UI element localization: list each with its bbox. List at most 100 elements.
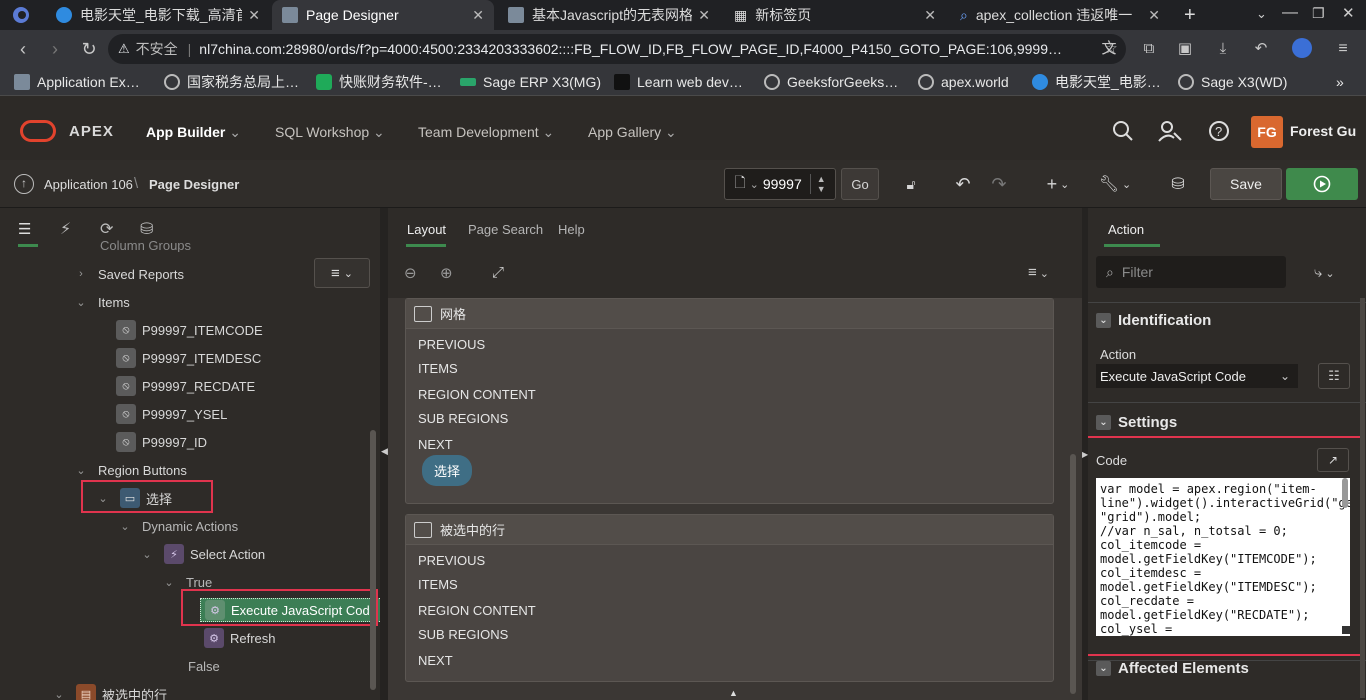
- collapse-icon[interactable]: ⌄: [1096, 312, 1111, 328]
- page-number-selector[interactable]: 🗋 ⌄ 99997 ▲ ▼: [724, 168, 836, 200]
- tree-node[interactable]: Column Groups: [100, 238, 191, 252]
- extensions-icon[interactable]: ⧉: [1138, 38, 1160, 60]
- menu-app-builder[interactable]: App Builder ⌄: [146, 124, 241, 141]
- chevron-down-icon[interactable]: ⌄: [162, 576, 176, 589]
- action-select[interactable]: Execute JavaScript Code ⌄: [1096, 364, 1298, 388]
- collapse-icon[interactable]: ⌄: [1096, 660, 1111, 676]
- tree-node-region-selected-rows[interactable]: ⌄ ▤ 被选中的行: [52, 683, 167, 700]
- menu-sql-workshop[interactable]: SQL Workshop ⌄: [275, 124, 385, 141]
- lock-page-icon[interactable]: 🔓︎: [896, 168, 926, 200]
- slot-region-content[interactable]: REGION CONTENT: [418, 603, 536, 618]
- restore-icon[interactable]: ❐: [1312, 5, 1325, 22]
- tree-node-items[interactable]: ⌄ Items: [74, 291, 129, 313]
- download-icon[interactable]: ⤓: [1212, 38, 1234, 60]
- tab-page-search[interactable]: Page Search: [468, 222, 543, 237]
- section-identification[interactable]: ⌄ Identification: [1096, 308, 1211, 332]
- collapse-icon[interactable]: ⌄: [1096, 414, 1111, 430]
- bookmark-item[interactable]: Learn web dev…: [614, 72, 743, 92]
- address-bar[interactable]: ⚠ 不安全 | nl7china.com:28980/ords/f?p=4000…: [108, 34, 1126, 64]
- bookmark-item[interactable]: Sage X3(WD): [1178, 72, 1287, 92]
- left-splitter[interactable]: ◀: [380, 208, 388, 700]
- tree-node-item[interactable]: ⦸ P99997_YSEL: [116, 403, 227, 425]
- section-affected-elements[interactable]: ⌄ Affected Elements: [1096, 656, 1249, 680]
- browser-tab-3[interactable]: 基本Javascript的无表网格 ✕: [498, 0, 720, 30]
- tree-node-item[interactable]: ⦸ P99997_RECDATE: [116, 375, 255, 397]
- chevron-down-icon[interactable]: ⌄: [52, 688, 66, 700]
- shared-components-icon[interactable]: ⛁: [1164, 168, 1192, 200]
- filter-input[interactable]: ⌕ Filter: [1096, 256, 1286, 288]
- tree-node-item[interactable]: ⦸ P99997_ITEMCODE: [116, 319, 263, 341]
- slot-sub-regions[interactable]: SUB REGIONS: [418, 627, 508, 642]
- bookmark-item[interactable]: 国家税务总局上…: [164, 72, 299, 92]
- utilities-wrench-icon[interactable]: 🔧︎ ⌄: [1096, 168, 1134, 200]
- bookmark-item[interactable]: GeeksforGeeks…: [764, 72, 898, 92]
- create-menu-icon[interactable]: + ⌄: [1040, 168, 1076, 200]
- browser-menu-icon[interactable]: ≡: [1332, 38, 1354, 60]
- shared-components-tab-icon[interactable]: ⛁: [140, 219, 153, 239]
- browser-tab-5[interactable]: ⌕ apex_collection 违返唯一 ✕: [950, 0, 1170, 30]
- menu-app-gallery[interactable]: App Gallery ⌄: [588, 124, 677, 141]
- forward-icon[interactable]: ›: [44, 38, 66, 60]
- tree-node-region-buttons[interactable]: ⌄ Region Buttons: [74, 459, 187, 481]
- close-tab-icon[interactable]: ✕: [248, 7, 260, 24]
- run-page-button[interactable]: [1286, 168, 1358, 200]
- chevron-down-icon[interactable]: ⌄: [118, 520, 132, 533]
- breadcrumb-application[interactable]: Application 106: [44, 177, 133, 192]
- tab-search-chevron-icon[interactable]: ⌄: [1256, 6, 1267, 22]
- profile-avatar-icon[interactable]: [1292, 38, 1312, 58]
- zoom-out-icon[interactable]: ⊖: [404, 264, 417, 282]
- tree-scrollbar[interactable]: [370, 430, 376, 690]
- user-avatar[interactable]: FG: [1251, 116, 1283, 148]
- slot-previous[interactable]: PREVIOUS: [418, 553, 485, 568]
- bookmark-item[interactable]: Sage ERP X3(MG): [460, 72, 601, 92]
- go-button[interactable]: Go: [841, 168, 879, 200]
- layout-menu-icon[interactable]: ≡ ⌄: [1028, 264, 1049, 281]
- tree-node-item[interactable]: ⦸ P99997_ITEMDESC: [116, 347, 261, 369]
- tree-node-dynamic-actions[interactable]: ⌄ Dynamic Actions: [118, 515, 238, 537]
- bookmark-star-icon[interactable]: ☆: [1100, 38, 1122, 60]
- tree-menu-button[interactable]: ≡ ⌄: [314, 258, 370, 288]
- close-tab-icon[interactable]: ✕: [698, 7, 710, 24]
- page-number-input[interactable]: 99997: [763, 176, 802, 192]
- back-icon[interactable]: ‹: [12, 38, 34, 60]
- page-stepper-icon[interactable]: ▲ ▼: [809, 174, 826, 194]
- undo-icon[interactable]: ↶: [950, 168, 976, 200]
- list-of-values-icon[interactable]: ☷: [1318, 363, 1350, 389]
- tree-node-saved-reports[interactable]: › Saved Reports: [74, 263, 184, 285]
- bookmark-item[interactable]: apex.world: [918, 72, 1009, 92]
- reload-icon[interactable]: ↻: [78, 38, 100, 60]
- tree-node-false[interactable]: False: [188, 655, 220, 677]
- browser-tab-1[interactable]: 电影天堂_电影下载_高清首 ✕: [46, 0, 270, 30]
- bookmark-item[interactable]: Application Ex…: [14, 72, 140, 92]
- tab-layout[interactable]: Layout: [407, 222, 446, 237]
- browser-profile-icon[interactable]: [10, 5, 32, 25]
- zoom-in-icon[interactable]: ⊕: [440, 264, 453, 282]
- tree-node-select-action[interactable]: ⌄ ⚡ Select Action: [140, 543, 265, 565]
- slot-sub-regions[interactable]: SUB REGIONS: [418, 411, 508, 426]
- slot-items[interactable]: ITEMS: [418, 577, 458, 592]
- tab-action[interactable]: Action: [1108, 222, 1144, 237]
- close-tab-icon[interactable]: ✕: [1148, 7, 1160, 24]
- section-settings[interactable]: ⌄ Settings: [1096, 410, 1177, 434]
- chevron-down-icon[interactable]: ⌄: [74, 296, 88, 309]
- chevron-right-icon[interactable]: ›: [74, 268, 88, 280]
- close-tab-icon[interactable]: ✕: [472, 7, 484, 24]
- dynamic-actions-tab-icon[interactable]: ⚡: [60, 219, 71, 239]
- region-grid[interactable]: 网格 PREVIOUS ITEMS REGION CONTENT SUB REG…: [405, 298, 1054, 504]
- menu-team-development[interactable]: Team Development ⌄: [418, 124, 554, 141]
- close-tab-icon[interactable]: ✕: [924, 7, 936, 24]
- browser-tab-2[interactable]: Page Designer ✕: [272, 0, 494, 30]
- rendering-tab-icon[interactable]: ☰: [18, 220, 31, 238]
- layout-button-select[interactable]: 选择: [422, 455, 473, 486]
- go-to-group-icon[interactable]: ⤷ ⌄: [1314, 264, 1335, 281]
- slot-next[interactable]: NEXT: [418, 653, 453, 668]
- region-selected-rows[interactable]: 被选中的行 PREVIOUS ITEMS REGION CONTENT SUB …: [405, 514, 1054, 682]
- search-icon[interactable]: [1112, 120, 1134, 142]
- user-name[interactable]: Forest Gu: [1290, 123, 1356, 139]
- properties-scrollbar[interactable]: [1360, 298, 1365, 698]
- new-tab-plus-icon[interactable]: +: [1184, 4, 1196, 27]
- apex-brand[interactable]: APEX: [69, 123, 114, 140]
- minimize-icon[interactable]: —: [1282, 4, 1298, 22]
- chevron-down-icon[interactable]: ⌄: [74, 464, 88, 477]
- layout-scrollbar[interactable]: [1070, 454, 1076, 694]
